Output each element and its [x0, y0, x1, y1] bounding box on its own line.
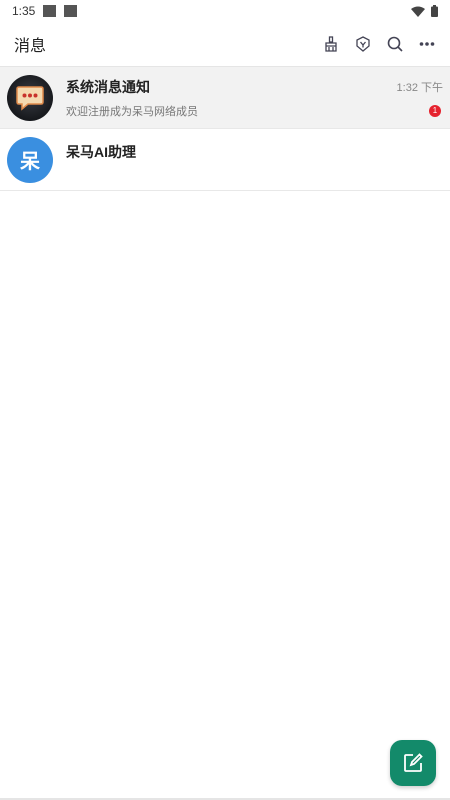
conversation-body: 系统消息通知 1:32 下午 欢迎注册成为呆马网络成员 1 [66, 67, 443, 128]
more-button[interactable] [416, 33, 438, 55]
conversation-name: 呆马AI助理 [66, 144, 136, 160]
broom-icon [325, 36, 337, 52]
avatar: 呆 [7, 136, 53, 183]
conversation-item-system[interactable]: 系统消息通知 1:32 下午 欢迎注册成为呆马网络成员 1 [0, 67, 450, 129]
page-title: 消息 [14, 38, 47, 55]
conversation-list: 系统消息通知 1:32 下午 欢迎注册成为呆马网络成员 1 呆 呆马AI助理 [0, 67, 450, 191]
notification-square-icon [64, 5, 78, 17]
search-icon [387, 36, 403, 52]
search-button[interactable] [384, 33, 406, 55]
header-actions [320, 33, 438, 55]
conversation-name: 系统消息通知 [66, 78, 150, 95]
battery-icon [431, 5, 438, 17]
security-button[interactable] [352, 33, 374, 55]
unread-badge: 1 [429, 104, 441, 117]
compose-icon [404, 753, 423, 772]
chat-bubble-icon [16, 85, 44, 111]
conversation-preview: 欢迎注册成为呆马网络成员 [66, 105, 198, 118]
more-icon [419, 42, 435, 46]
compose-button[interactable] [390, 740, 436, 786]
status-right [411, 5, 438, 17]
status-time: 1:35 [12, 4, 36, 18]
status-left: 1:35 [12, 4, 78, 18]
shield-icon [356, 36, 370, 52]
notification-square-icon [43, 5, 57, 17]
clean-button[interactable] [320, 33, 342, 55]
conversation-item-ai-assistant[interactable]: 呆 呆马AI助理 [0, 129, 450, 191]
conversation-time: 1:32 下午 [396, 81, 443, 94]
status-bar: 1:35 [0, 0, 450, 22]
wifi-icon [411, 6, 425, 17]
app-header: 消息 [0, 22, 450, 67]
conversation-body: 呆马AI助理 [66, 129, 443, 190]
avatar [7, 74, 53, 121]
